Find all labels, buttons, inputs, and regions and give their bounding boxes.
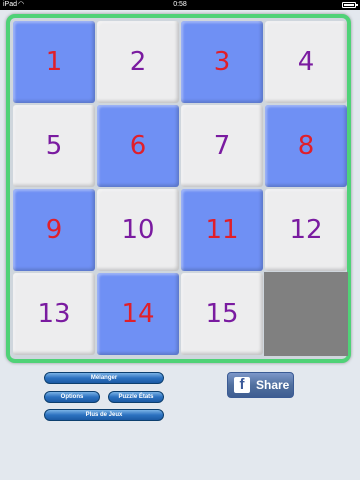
puzzle-tile[interactable]: 6	[97, 105, 179, 187]
puzzle-states-button[interactable]: Puzzle États	[108, 391, 164, 403]
puzzle-tile[interactable]: 11	[181, 189, 263, 271]
puzzle-tile[interactable]: 4	[265, 21, 347, 103]
puzzle-tile[interactable]: 5	[13, 105, 95, 187]
puzzle-tile[interactable]: 14	[97, 273, 179, 355]
clock: 0:58	[173, 1, 187, 8]
options-button[interactable]: Options	[44, 391, 100, 403]
shuffle-button[interactable]: Mélanger	[44, 372, 164, 384]
empty-slot	[264, 272, 348, 356]
puzzle-tile[interactable]: 8	[265, 105, 347, 187]
puzzle-board: 1 2 3 4 5 6 7 8 9 10 11 12 13 14 15	[6, 14, 351, 363]
share-label: Share	[256, 378, 290, 392]
facebook-icon: f	[234, 377, 250, 393]
facebook-share-button[interactable]: f Share	[227, 372, 294, 398]
puzzle-tile[interactable]: 2	[97, 21, 179, 103]
more-games-button[interactable]: Plus de Jeux	[44, 409, 164, 421]
puzzle-tile[interactable]: 15	[181, 273, 263, 355]
puzzle-tile[interactable]: 1	[13, 21, 95, 103]
puzzle-tile[interactable]: 10	[97, 189, 179, 271]
puzzle-tile[interactable]: 7	[181, 105, 263, 187]
puzzle-tile[interactable]: 3	[181, 21, 263, 103]
battery-icon	[342, 2, 358, 8]
puzzle-tile[interactable]: 9	[13, 189, 95, 271]
puzzle-tile[interactable]: 12	[265, 189, 347, 271]
puzzle-tile[interactable]: 13	[13, 273, 95, 355]
status-bar: iPad ◠ 0:58	[0, 0, 360, 10]
